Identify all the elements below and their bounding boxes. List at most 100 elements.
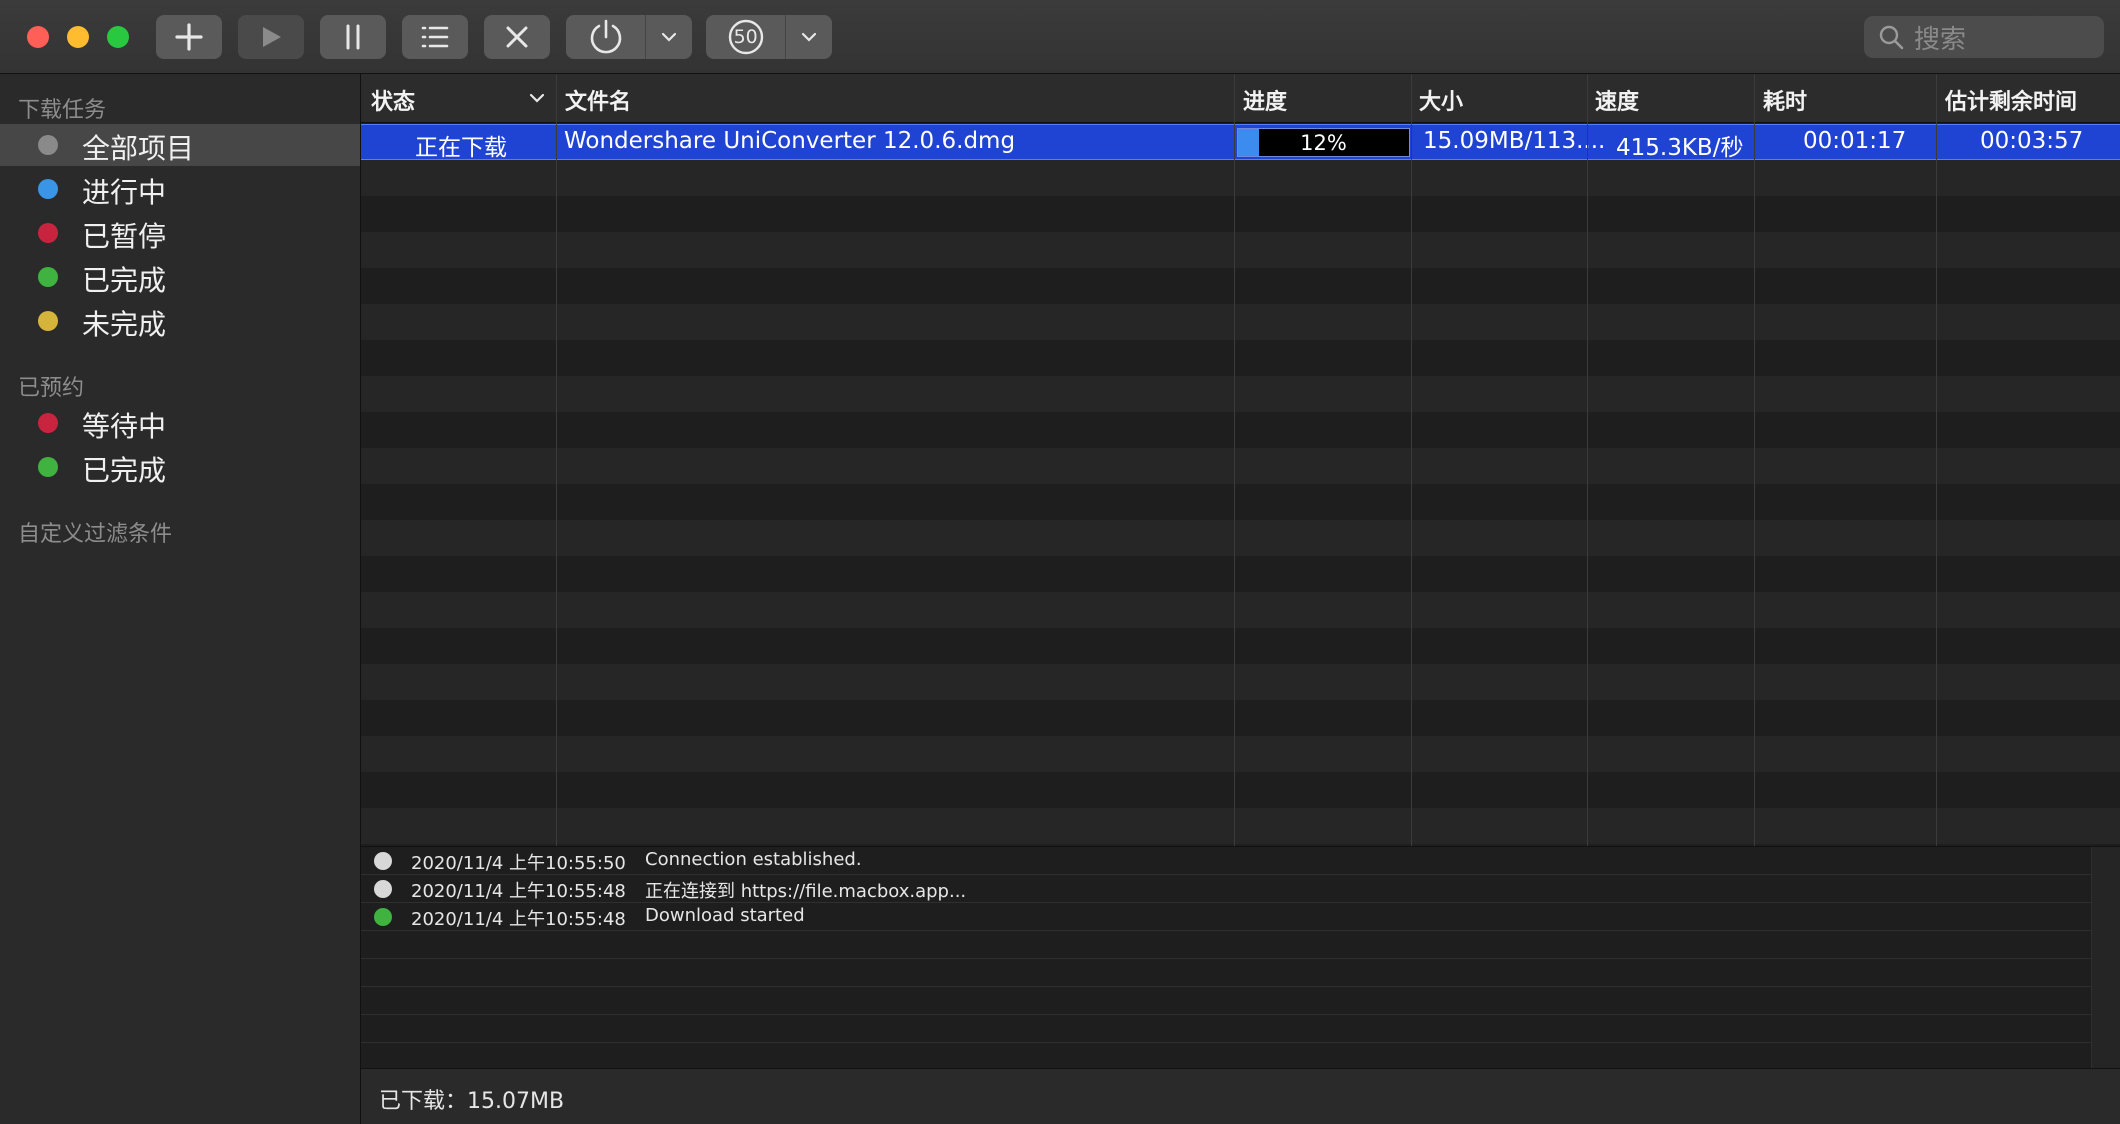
column-divider[interactable] [1411, 74, 1412, 846]
column-header-filename[interactable]: 文件名 [565, 84, 631, 116]
column-divider[interactable] [1587, 74, 1588, 846]
log-empty-row [361, 931, 2091, 959]
start-download-button[interactable] [238, 15, 304, 59]
downloaded-total: 已下载：15.07MB [379, 1089, 565, 1114]
table-empty-row [361, 520, 2120, 556]
log-empty-row [361, 1015, 2091, 1043]
sidebar-item-active[interactable]: 进行中 [0, 168, 360, 210]
log-status-dot [374, 880, 392, 898]
table-empty-row [361, 772, 2120, 808]
row-progress-bar: 12% [1237, 128, 1410, 157]
table-row[interactable]: 正在下载 Wondershare UniConverter 12.0.6.dmg… [361, 124, 2120, 161]
column-header-size[interactable]: 大小 [1419, 84, 1463, 116]
column-header-progress[interactable]: 进度 [1243, 84, 1287, 116]
speed-limit-button[interactable]: 50 [706, 15, 787, 59]
add-download-button[interactable] [156, 15, 222, 59]
task-list-button[interactable] [402, 15, 468, 59]
remove-download-button[interactable] [484, 15, 550, 59]
sort-chevron-icon[interactable] [529, 92, 545, 104]
column-header-elapsed[interactable]: 耗时 [1763, 84, 1807, 116]
log-panel: 2020/11/4 上午10:55:50 Connection establis… [361, 846, 2120, 1069]
log-empty-row [361, 1043, 2091, 1071]
log-entry[interactable]: 2020/11/4 上午10:55:50 Connection establis… [361, 847, 2091, 875]
log-message: Download started [645, 905, 805, 926]
sidebar-section-downloads: 下载任务 [18, 98, 107, 123]
sidebar-item-label: 未完成 [82, 308, 167, 341]
table-empty-row [361, 556, 2120, 592]
speed-limit-menu-button[interactable] [786, 15, 832, 59]
status-dot [38, 223, 58, 243]
toolbar: 50 搜索 [0, 0, 2120, 74]
status-dot [38, 179, 58, 199]
column-divider[interactable] [556, 74, 557, 846]
chevron-down-icon [802, 32, 817, 42]
row-filename: Wondershare UniConverter 12.0.6.dmg [564, 128, 1016, 154]
plus-icon [175, 23, 203, 51]
table-empty-row [361, 700, 2120, 736]
sidebar-item-scheduled-completed[interactable]: 已完成 [0, 446, 360, 488]
log-entry[interactable]: 2020/11/4 上午10:55:48 正在连接到 https://file.… [361, 875, 2091, 903]
log-empty-row [361, 987, 2091, 1015]
list-icon [421, 26, 449, 48]
status-dot [38, 311, 58, 331]
pause-icon [346, 24, 360, 50]
row-speed: 415.3KB/秒 [1616, 135, 1744, 161]
row-remaining: 00:03:57 [1980, 128, 2084, 154]
column-header-speed[interactable]: 速度 [1595, 84, 1639, 116]
log-status-dot [374, 908, 392, 926]
table-empty-row [361, 664, 2120, 700]
status-dot [38, 135, 58, 155]
table-empty-row [361, 448, 2120, 484]
speed-limit-control: 50 [706, 15, 832, 59]
log-time: 2020/11/4 上午10:55:48 [411, 909, 626, 930]
table-empty-row [361, 808, 2120, 844]
column-divider[interactable] [1936, 74, 1937, 846]
column-header-status[interactable]: 状态 [371, 84, 415, 116]
pause-download-button[interactable] [320, 15, 386, 59]
table-empty-row [361, 232, 2120, 268]
log-message: Connection established. [645, 849, 862, 870]
column-header-remaining[interactable]: 估计剩余时间 [1945, 84, 2077, 116]
table-empty-row [361, 268, 2120, 304]
log-empty-row [361, 959, 2091, 987]
table-empty-row [361, 340, 2120, 376]
table-empty-row [361, 196, 2120, 232]
row-elapsed: 00:01:17 [1803, 128, 1907, 154]
sidebar-item-label: 已完成 [82, 454, 167, 487]
row-size: 15.09MB/113.... [1423, 128, 1606, 154]
search-placeholder: 搜索 [1914, 24, 1967, 55]
log-entry[interactable]: 2020/11/4 上午10:55:48 Download started [361, 903, 2091, 931]
sidebar: 下载任务 全部项目 进行中 已暂停 已完成 未完成 已预约 等待中 已完成 自定… [0, 74, 361, 1124]
power-menu-button[interactable] [646, 15, 692, 59]
status-dot [38, 267, 58, 287]
speed-limit-value: 50 [733, 26, 758, 48]
zoom-window-button[interactable] [107, 26, 129, 48]
sidebar-item-label: 进行中 [82, 176, 167, 209]
app-window: 50 搜索 下载任务 全部项目 进行中 已暂停 已完成 未完成 已预约 等待中 … [0, 0, 2120, 1124]
status-dot [38, 413, 58, 433]
power-control [566, 15, 692, 59]
log-scrollbar[interactable] [2091, 847, 2120, 1069]
sidebar-section-custom-filters[interactable]: 自定义过滤条件 [18, 516, 172, 548]
search-icon [1879, 25, 1904, 50]
power-icon [590, 19, 621, 54]
column-divider[interactable] [1754, 74, 1755, 846]
table-empty-row [361, 304, 2120, 340]
power-button[interactable] [566, 15, 647, 59]
column-divider[interactable] [1234, 74, 1235, 846]
close-window-button[interactable] [27, 26, 49, 48]
minimize-window-button[interactable] [67, 26, 89, 48]
table-empty-row [361, 736, 2120, 772]
sidebar-item-completed[interactable]: 已完成 [0, 256, 360, 298]
status-bar: 已下载：15.07MB [361, 1068, 2120, 1124]
sidebar-item-all[interactable]: 全部项目 [0, 124, 360, 166]
table-empty-row [361, 412, 2120, 448]
search-input[interactable]: 搜索 [1864, 16, 2104, 58]
sidebar-item-incomplete[interactable]: 未完成 [0, 300, 360, 342]
sidebar-item-label: 全部项目 [82, 132, 195, 165]
table-empty-row [361, 376, 2120, 412]
chevron-down-icon [662, 32, 677, 42]
sidebar-section-scheduled: 已预约 [18, 376, 85, 401]
sidebar-item-paused[interactable]: 已暂停 [0, 212, 360, 254]
sidebar-item-waiting[interactable]: 等待中 [0, 402, 360, 444]
